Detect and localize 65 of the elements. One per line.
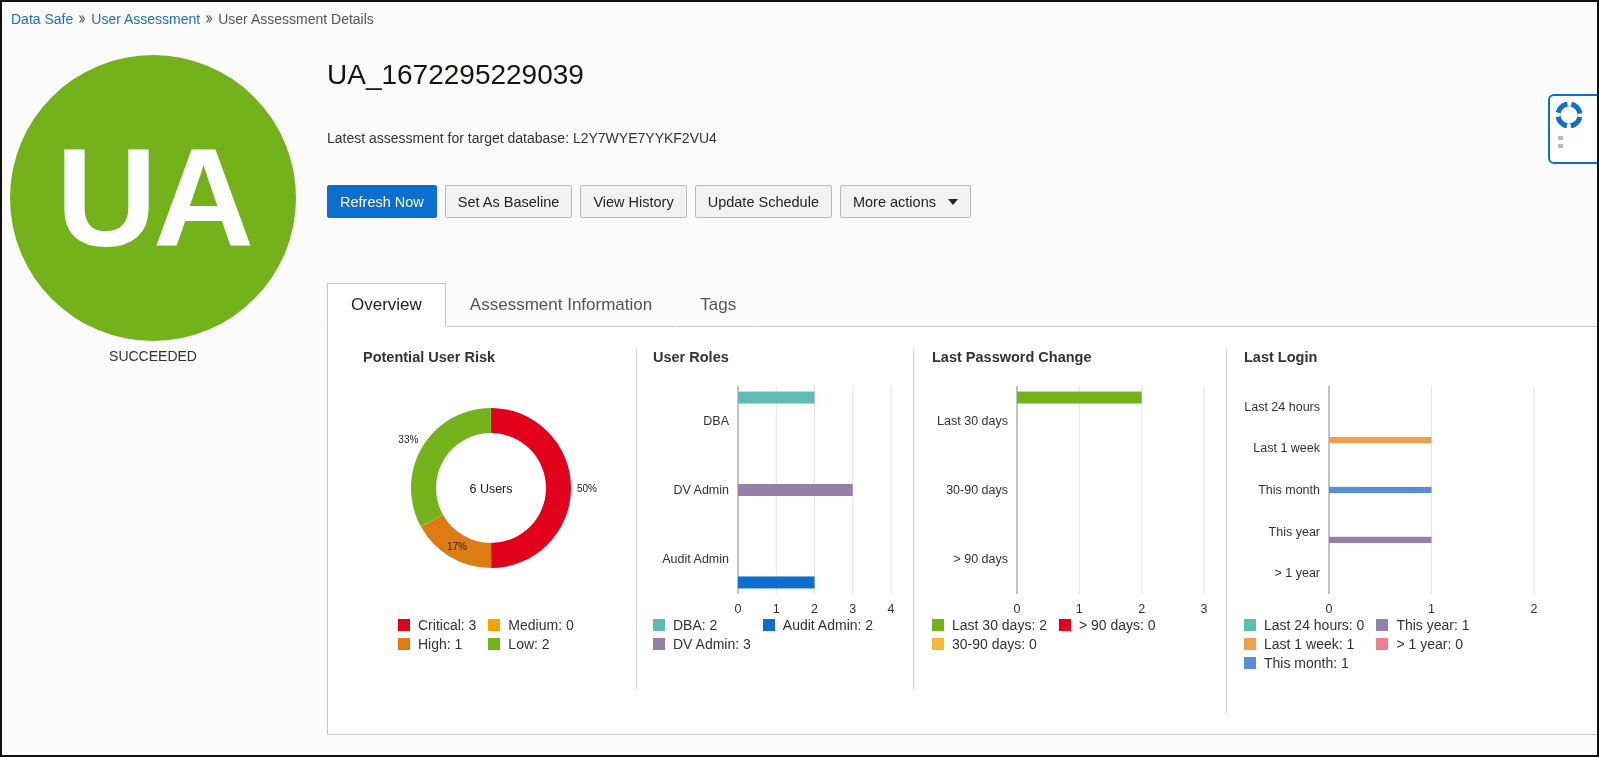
category-label: DV Admin xyxy=(673,483,729,497)
breadcrumb-link[interactable]: User Assessment xyxy=(91,11,201,27)
chart-title: User Roles xyxy=(653,349,730,367)
legend-label: DV Admin: 3 xyxy=(673,636,751,652)
action-button[interactable]: Set As Baseline xyxy=(444,185,573,218)
axis-tick-label: 1 xyxy=(1428,602,1435,616)
category-label: 30-90 days xyxy=(946,483,1008,497)
page-title: UA_1672295229039 xyxy=(327,59,585,91)
legend-label: DBA: 2 xyxy=(673,617,718,633)
axis-tick-label: 3 xyxy=(849,602,857,616)
category-label: Last 30 days xyxy=(937,413,1008,428)
chevron-icon xyxy=(206,15,213,23)
category-label: > 1 year xyxy=(1274,566,1320,581)
category-label: > 90 days xyxy=(953,552,1008,567)
menu-button[interactable]: More actions xyxy=(839,185,971,218)
chevron-icon xyxy=(79,15,86,23)
chart-title: Potential User Risk xyxy=(363,349,497,367)
axis-tick-label: 0 xyxy=(1325,602,1333,616)
legend-label: Critical: 3 xyxy=(418,617,477,633)
breadcrumb-current: User Assessment Details xyxy=(218,11,374,27)
center-label: 6 Users xyxy=(469,482,513,496)
percent-label: 17% xyxy=(446,540,467,552)
category-label: This month xyxy=(1258,483,1320,497)
axis-tick-label: 0 xyxy=(1013,602,1021,616)
axis-tick-label: 0 xyxy=(734,602,742,616)
axis-tick-label: 2 xyxy=(811,602,818,616)
action-button[interactable]: Update Schedule xyxy=(694,185,832,218)
legend-label: > 90 days: 0 xyxy=(1078,617,1156,633)
legend-label: This year: 1 xyxy=(1396,617,1470,633)
legend-label: 30-90 days: 0 xyxy=(952,636,1037,652)
percent-label: 50% xyxy=(577,483,597,494)
category-label: Last 1 week xyxy=(1253,441,1320,456)
category-label: Audit Admin xyxy=(662,552,729,567)
axis-tick-label: 2 xyxy=(1530,602,1538,616)
legend-label: Last 24 hours: 0 xyxy=(1264,617,1365,633)
legend-label: Low: 2 xyxy=(508,636,550,652)
chart-title: Last Password Change xyxy=(932,349,1093,367)
category-label: This year xyxy=(1268,524,1320,539)
axis-tick-label: 2 xyxy=(1138,602,1146,616)
legend-label: Last 30 days: 2 xyxy=(952,617,1047,633)
legend-label: Medium: 0 xyxy=(508,617,574,633)
legend-label: Last 1 week: 1 xyxy=(1264,636,1355,652)
legend-label: Audit Admin: 2 xyxy=(782,617,874,633)
action-button[interactable]: View History xyxy=(580,185,687,218)
percent-label: 33% xyxy=(398,434,419,446)
chart-title: Last Login xyxy=(1244,349,1319,367)
axis-tick-label: 4 xyxy=(887,602,895,616)
grip-icon xyxy=(1558,136,1564,150)
legend-label: High: 1 xyxy=(418,636,463,652)
refresh-button[interactable]: Refresh Now xyxy=(327,185,437,218)
caret-icon xyxy=(947,198,958,205)
help-button[interactable] xyxy=(1548,94,1597,164)
category-label: DBA xyxy=(703,413,729,428)
legend-label: This month: 1 xyxy=(1264,655,1349,671)
axis-tick-label: 1 xyxy=(1075,602,1083,616)
lifebuoy-icon xyxy=(1556,102,1582,128)
tab[interactable]: Overview xyxy=(327,283,446,327)
legend-label: > 1 year: 0 xyxy=(1396,636,1463,652)
breadcrumb-link[interactable]: Data Safe xyxy=(11,11,74,27)
status-label: SUCCEEDED xyxy=(108,348,198,364)
category-label: Last 24 hours xyxy=(1244,399,1320,414)
axis-tick-label: 3 xyxy=(1200,602,1208,616)
axis-tick-label: 1 xyxy=(772,602,780,616)
subtitle-text: Latest assessment for target database: L2Y7WYE7YYKF2VU4 xyxy=(327,130,717,146)
avatar-badge: UA xyxy=(10,55,296,341)
